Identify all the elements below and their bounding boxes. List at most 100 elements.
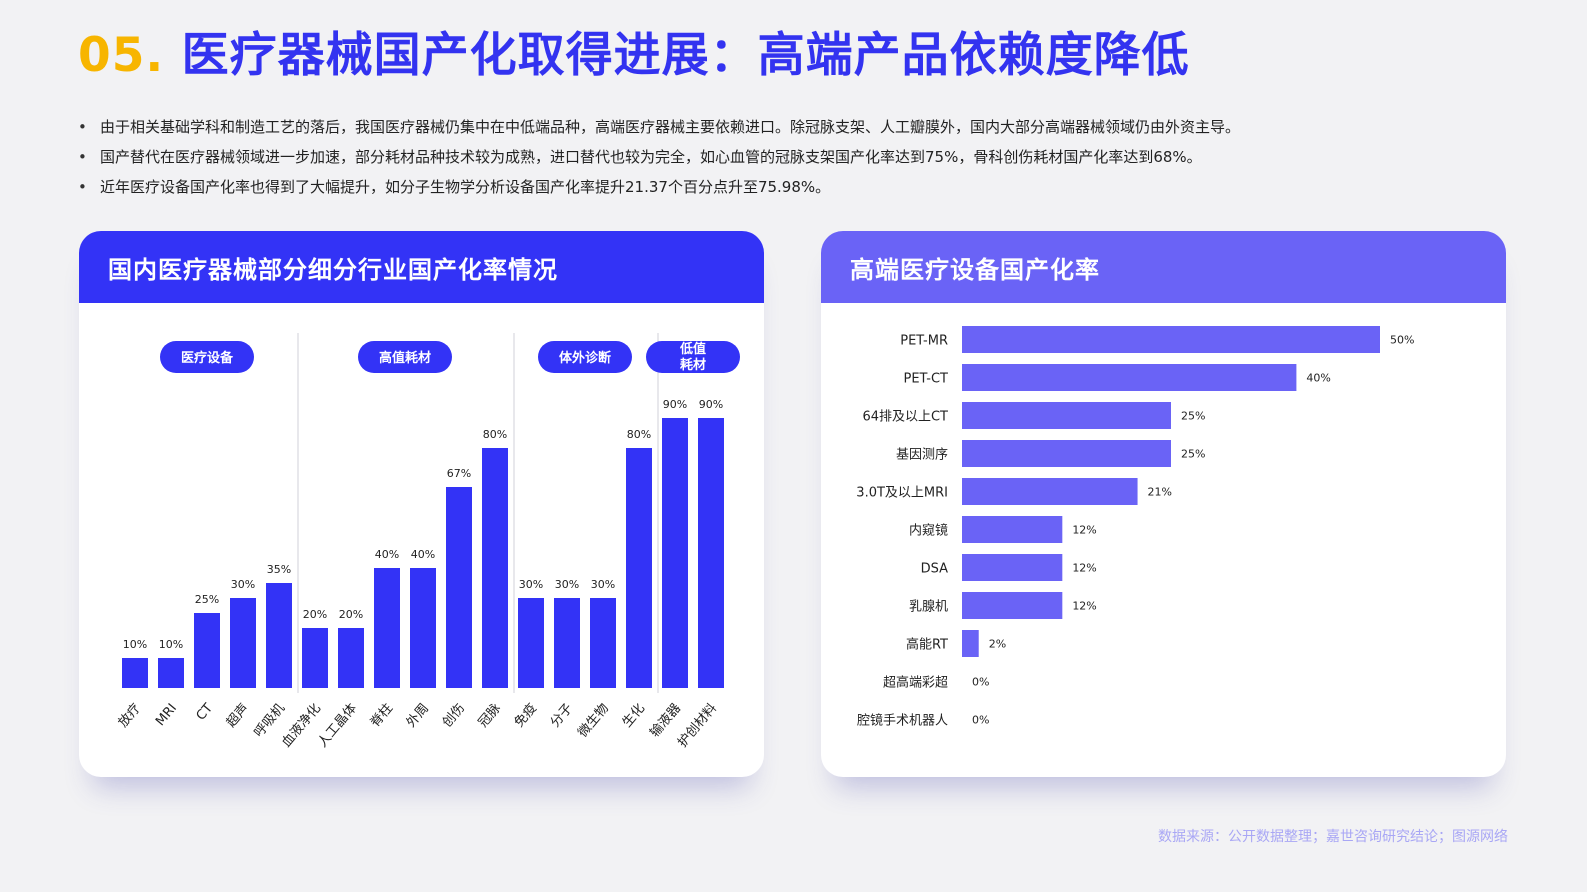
category-label: 生化	[620, 701, 648, 731]
group-label: 耗材	[680, 357, 706, 373]
page-title: 05. 医疗器械国产化取得进展：高端产品依赖度降低	[78, 26, 1190, 86]
bar	[962, 630, 979, 657]
category-label: PET-MR	[900, 334, 948, 349]
bar-value-label: 10%	[159, 638, 183, 651]
data-source: 数据来源：公开数据整理；嘉世咨询研究结论；图源网络	[1158, 829, 1508, 845]
bar-value-label: 12%	[1072, 600, 1096, 613]
chart-title: 国内医疗器械部分细分行业国产化率情况	[79, 231, 764, 303]
bar	[518, 598, 544, 688]
bar	[122, 658, 148, 688]
bar	[230, 598, 256, 688]
category-label: 超高端彩超	[883, 675, 948, 691]
category-label: 内窥镜	[909, 523, 948, 539]
bar-value-label: 30%	[231, 578, 255, 591]
bar-value-label: 50%	[1390, 334, 1414, 347]
category-label: 超声	[224, 701, 252, 731]
category-label: 基因测序	[896, 448, 948, 463]
category-label: 腔镜手术机器人	[857, 714, 948, 729]
group-label: 医疗设备	[181, 350, 234, 366]
bar	[302, 628, 328, 688]
bullet-list: 由于相关基础学科和制造工艺的落后，我国医疗器械仍集中在中低端品种，高端医疗器械主…	[78, 112, 1240, 202]
domestic-rate-chart-card: 国内医疗器械部分细分行业国产化率情况 医疗设备 高值耗材 体外诊断 低值 耗材 10% 放疗…	[79, 231, 764, 777]
category-label: 护创材料	[675, 701, 720, 750]
category-label: 创伤	[440, 701, 468, 731]
bar-value-label: 30%	[519, 578, 543, 591]
high-end-rate-bar-chart: PET-MR 50% PET-CT 40% 64排及以上CT 25% 基因测序 25% 3.0T…	[856, 326, 1414, 729]
bar-value-label: 80%	[483, 428, 507, 441]
category-label: CT	[194, 701, 216, 724]
bar	[962, 326, 1380, 353]
bar	[962, 402, 1171, 429]
bar-value-label: 25%	[1181, 448, 1205, 461]
bar-value-label: 40%	[1306, 372, 1330, 385]
high-end-rate-chart-card: 高端医疗设备国产化率 PET-MR 50% PET-CT 40% 64排及以上CT 25%…	[821, 231, 1506, 777]
page-title-text: 医疗器械国产化取得进展：高端产品依赖度降低	[181, 28, 1190, 83]
bar	[662, 418, 688, 688]
bullet-item: 近年医疗设备国产化率也得到了大幅提升，如分子生物学分析设备国产化率提升21.37…	[78, 172, 1240, 202]
category-label: 3.0T及以上MRI	[856, 486, 948, 501]
bar	[590, 598, 616, 688]
bar-value-label: 80%	[627, 428, 651, 441]
category-label: 64排及以上CT	[862, 410, 948, 425]
category-label: DSA	[921, 562, 949, 577]
bar-value-label: 10%	[123, 638, 147, 651]
group-label: 高值耗材	[379, 350, 431, 366]
category-label: 乳腺机	[909, 600, 948, 615]
bar	[266, 583, 292, 688]
category-label: 脊柱	[368, 701, 396, 731]
bar	[158, 658, 184, 688]
category-label: 高能RT	[906, 637, 948, 653]
domestic-rate-bar-chart: 医疗设备 高值耗材 体外诊断 低值耗材 10% 放疗 10% MRI 25% CT 30% 超声 35%…	[116, 333, 740, 750]
chart-title: 高端医疗设备国产化率	[821, 231, 1506, 303]
bar-value-label: 25%	[195, 593, 219, 606]
category-label: MRI	[153, 701, 180, 729]
bar	[962, 364, 1297, 391]
category-label: 放疗	[116, 701, 144, 731]
bar	[554, 598, 580, 688]
bar	[410, 568, 436, 688]
bar	[962, 592, 1063, 619]
bar	[374, 568, 400, 688]
bar-value-label: 30%	[591, 578, 615, 591]
bar-value-label: 20%	[339, 608, 363, 621]
bar-value-label: 35%	[267, 563, 291, 576]
bar-value-label: 12%	[1072, 562, 1096, 575]
bar-value-label: 20%	[303, 608, 327, 621]
bar-value-label: 2%	[989, 638, 1006, 651]
bar-value-label: 25%	[1181, 410, 1205, 423]
bar	[962, 440, 1171, 467]
page-title-number: 05.	[78, 28, 165, 83]
bar	[338, 628, 364, 688]
bar	[698, 418, 724, 688]
bar-value-label: 0%	[972, 714, 989, 727]
bar-value-label: 40%	[375, 548, 399, 561]
bar-value-label: 67%	[447, 467, 471, 480]
bar-value-label: 12%	[1072, 524, 1096, 537]
category-label: 呼吸机	[251, 701, 288, 741]
bar	[446, 487, 472, 688]
group-label: 体外诊断	[559, 350, 611, 366]
bar	[194, 613, 220, 688]
bar	[482, 448, 508, 688]
category-label: 免疫	[511, 700, 540, 730]
category-label: 冠脉	[476, 701, 504, 731]
group-label: 低值	[679, 341, 706, 357]
bullet-item: 国产替代在医疗器械领域进一步加速，部分耗材品种技术较为成熟，进口替代也较为完全，…	[78, 142, 1240, 172]
bar	[962, 478, 1138, 505]
bar-value-label: 30%	[555, 578, 579, 591]
bar	[962, 554, 1063, 581]
bar-value-label: 90%	[699, 398, 723, 411]
bar	[626, 448, 652, 688]
category-label: 人工晶体	[315, 701, 360, 750]
bar-value-label: 21%	[1148, 486, 1172, 499]
category-label: 外周	[404, 701, 432, 731]
category-label: 分子	[548, 701, 576, 731]
bar-value-label: 90%	[663, 398, 687, 411]
category-label: PET-CT	[903, 372, 948, 387]
bar-value-label: 0%	[972, 676, 989, 689]
bullet-item: 由于相关基础学科和制造工艺的落后，我国医疗器械仍集中在中低端品种，高端医疗器械主…	[78, 112, 1240, 142]
bar-value-label: 40%	[411, 548, 435, 561]
bar	[962, 516, 1063, 543]
category-label: 微生物	[575, 701, 612, 741]
category-label: 输液器	[647, 700, 684, 740]
